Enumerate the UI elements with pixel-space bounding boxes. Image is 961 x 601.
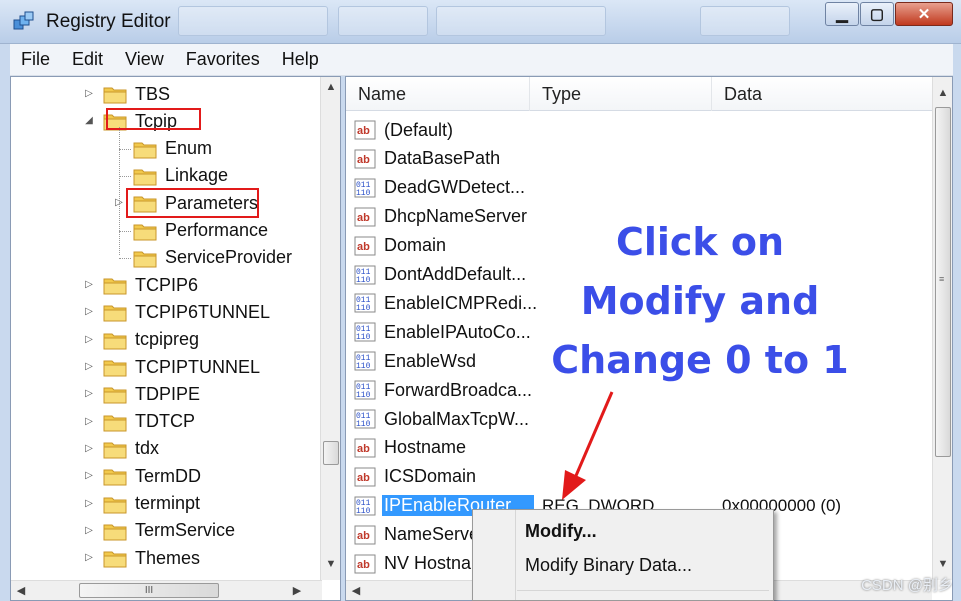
menu-item-modify-binary[interactable]: Modify Binary Data... bbox=[525, 555, 692, 576]
menu-item-modify[interactable]: Modify... bbox=[525, 521, 597, 542]
context-menu-separator bbox=[517, 590, 769, 591]
watermark: CSDN @别乡 bbox=[861, 577, 953, 594]
context-menu-gutter bbox=[515, 510, 516, 600]
context-menu: Modify... Modify Binary Data... bbox=[472, 509, 774, 601]
